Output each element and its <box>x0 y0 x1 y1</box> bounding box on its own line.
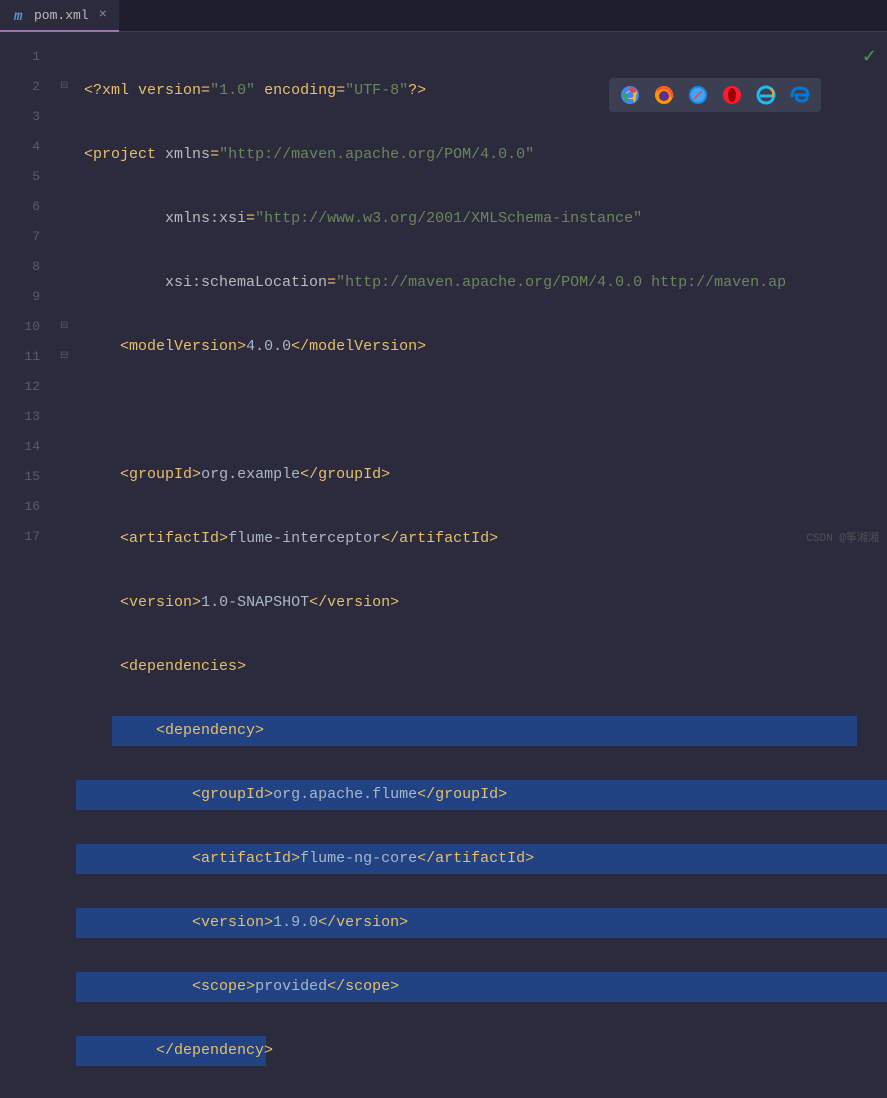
tab-bar: m pom.xml × <box>0 0 887 32</box>
code-line: <groupId>org.example</groupId> <box>76 460 887 490</box>
line-number: 8 <box>0 252 58 282</box>
line-number: 9 <box>0 282 58 312</box>
edge-icon[interactable] <box>789 84 811 106</box>
fold-icon[interactable]: ⊟ <box>60 342 68 372</box>
line-number: 5 <box>0 162 58 192</box>
code-line: <scope>provided</scope> <box>76 972 887 1002</box>
firefox-icon[interactable] <box>653 84 675 106</box>
line-number: 17 <box>0 522 58 552</box>
line-number: 13 <box>0 402 58 432</box>
code-line: <dependency> <box>76 716 887 746</box>
code-line: <version>1.0-SNAPSHOT</version> <box>76 588 887 618</box>
validation-ok-icon[interactable]: ✓ <box>862 46 877 68</box>
code-line: <version>1.9.0</version> <box>76 908 887 938</box>
line-number: 11 <box>0 342 58 372</box>
line-number: 7 <box>0 222 58 252</box>
watermark: CSDN @筝湘湘 <box>806 529 879 545</box>
line-number: 2 <box>0 72 58 102</box>
safari-icon[interactable] <box>687 84 709 106</box>
code-line: <dependencies> <box>76 652 887 682</box>
line-number: 14 <box>0 432 58 462</box>
fold-icon[interactable]: ⊟ <box>60 72 68 102</box>
code-line: xsi:schemaLocation="http://maven.apache.… <box>76 268 887 298</box>
line-number: 4 <box>0 132 58 162</box>
editor[interactable]: 1 2 3 4 5 6 7 8 9 10 11 12 13 14 15 16 1… <box>0 32 887 549</box>
close-icon[interactable]: × <box>99 7 107 23</box>
code-line: <artifactId>flume-interceptor</artifactI… <box>76 524 887 554</box>
line-number: 15 <box>0 462 58 492</box>
chrome-icon[interactable] <box>619 84 641 106</box>
fold-column: ⊟ ⊟ ⊟ <box>58 32 76 549</box>
line-number: 12 <box>0 372 58 402</box>
line-number: 6 <box>0 192 58 222</box>
code-line: <project xmlns="http://maven.apache.org/… <box>76 140 887 170</box>
file-tab-pom[interactable]: m pom.xml × <box>0 0 119 32</box>
fold-icon[interactable]: ⊟ <box>60 312 68 342</box>
maven-icon: m <box>12 7 28 23</box>
browser-preview-bar <box>609 78 821 112</box>
line-gutter: 1 2 3 4 5 6 7 8 9 10 11 12 13 14 15 16 1… <box>0 32 58 549</box>
line-number: 3 <box>0 102 58 132</box>
code-line: </dependency> <box>76 1036 887 1066</box>
code-line: <groupId>org.apache.flume</groupId> <box>76 780 887 810</box>
tab-label: pom.xml <box>34 8 89 23</box>
code-line: <modelVersion>4.0.0</modelVersion> <box>76 332 887 362</box>
code-line: <artifactId>flume-ng-core</artifactId> <box>76 844 887 874</box>
code-line: xmlns:xsi="http://www.w3.org/2001/XMLSch… <box>76 204 887 234</box>
line-number: 10 <box>0 312 58 342</box>
code-line <box>76 396 887 426</box>
ie-icon[interactable] <box>755 84 777 106</box>
opera-icon[interactable] <box>721 84 743 106</box>
line-number: 16 <box>0 492 58 522</box>
line-number: 1 <box>0 42 58 72</box>
svg-text:m: m <box>13 9 23 23</box>
scrollbar[interactable] <box>873 32 887 549</box>
